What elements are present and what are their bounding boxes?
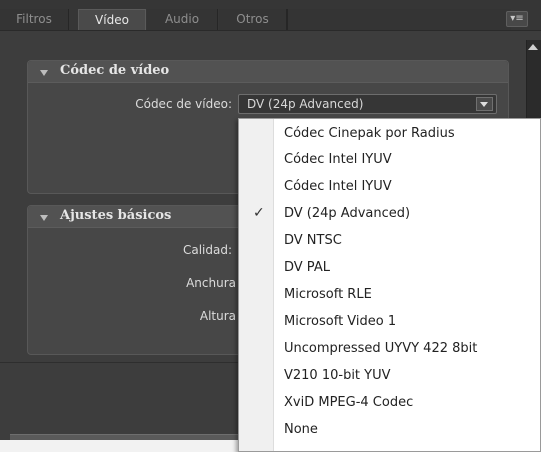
chevron-down-icon	[480, 102, 488, 107]
collapse-triangle-icon[interactable]	[40, 70, 48, 76]
checkmark-icon: ✓	[253, 205, 265, 221]
dropdown-item-label: V210 10-bit YUV	[284, 368, 391, 383]
tab-audio[interactable]: Audio	[147, 9, 218, 30]
dropdown-item[interactable]: Microsoft Video 1	[239, 310, 540, 336]
panel-menu-icon[interactable]: ▾≡	[506, 11, 528, 27]
collapse-triangle-icon[interactable]	[40, 215, 48, 221]
dropdown-item[interactable]: None	[239, 418, 540, 444]
dropdown-item[interactable]: V210 10-bit YUV	[239, 364, 540, 390]
dropdown-item-label: DV PAL	[284, 260, 330, 275]
dropdown-item[interactable]: Códec Cinepak por Radius	[239, 122, 540, 148]
tab-otros[interactable]: Otros	[219, 9, 287, 30]
dropdown-item[interactable]: DV PAL	[239, 256, 540, 282]
dropdown-item[interactable]: DV NTSC	[239, 229, 540, 255]
basic-settings-section-title: Ajustes básicos	[60, 208, 172, 223]
dropdown-item-label: None	[284, 422, 318, 437]
dropdown-arrow-button[interactable]	[476, 97, 493, 111]
dropdown-item-selected[interactable]: ✓ DV (24p Advanced)	[239, 202, 540, 228]
codec-section-header[interactable]: Códec de vídeo	[28, 61, 508, 83]
codec-select-value: DV (24p Advanced)	[247, 97, 364, 111]
dropdown-item-label: Uncompressed UYVY 422 8bit	[284, 341, 478, 356]
codec-section-title: Códec de vídeo	[60, 63, 170, 78]
dropdown-item-label: Códec Cinepak por Radius	[284, 126, 455, 141]
height-label: Altura	[199, 309, 236, 323]
tab-filtros[interactable]: Filtros	[0, 9, 69, 30]
dropdown-item[interactable]: Códec Intel IYUV	[239, 148, 540, 174]
tab-bar-filler	[287, 9, 511, 30]
dropdown-item-label: DV NTSC	[284, 233, 342, 248]
codec-field-label: Códec de vídeo:	[135, 97, 232, 111]
dropdown-item-label: DV (24p Advanced)	[284, 206, 411, 221]
dropdown-item-label: XviD MPEG-4 Codec	[284, 395, 414, 410]
dropdown-item-label: Códec Intel IYUV	[284, 179, 392, 194]
codec-select[interactable]: DV (24p Advanced)	[238, 94, 497, 114]
dropdown-item-label: Códec Intel IYUV	[284, 152, 392, 167]
dropdown-item[interactable]: Códec Intel IYUV	[239, 175, 540, 201]
codec-dropdown-list: Códec Cinepak por Radius Códec Intel IYU…	[238, 118, 541, 452]
tab-bar: Filtros Vídeo Audio Otros ▾≡	[0, 0, 541, 31]
dropdown-item-label: Microsoft Video 1	[284, 314, 397, 329]
dropdown-item[interactable]: Uncompressed UYVY 422 8bit	[239, 337, 540, 363]
dropdown-item-label: Microsoft RLE	[284, 287, 372, 302]
quality-label: Calidad:	[182, 243, 232, 257]
dropdown-item[interactable]: Microsoft RLE	[239, 283, 540, 309]
dropdown-item[interactable]: XviD MPEG-4 Codec	[239, 391, 540, 417]
scroll-up-arrow-icon[interactable]	[528, 44, 538, 50]
tab-video[interactable]: Vídeo	[78, 9, 146, 30]
width-label: Anchura	[186, 276, 236, 290]
